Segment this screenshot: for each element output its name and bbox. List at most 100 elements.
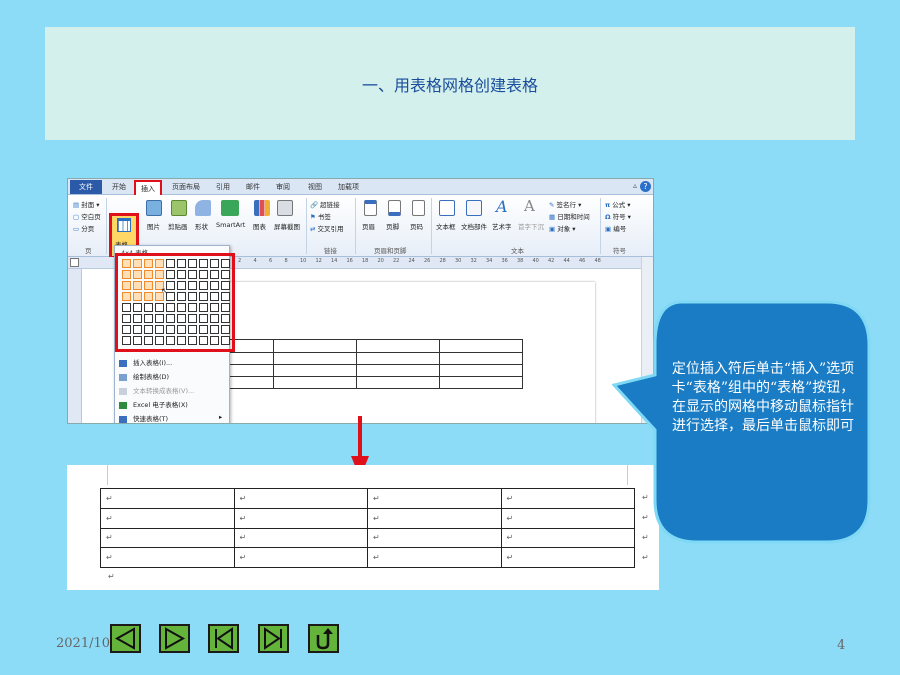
- grid-cell[interactable]: [166, 303, 175, 312]
- wordart-button[interactable]: 艺术字: [492, 221, 512, 231]
- play-button[interactable]: [159, 624, 190, 653]
- dropcap-button[interactable]: 首字下沉: [518, 221, 544, 231]
- smartart-button[interactable]: SmartArt: [216, 221, 245, 229]
- picture-button[interactable]: 图片: [147, 221, 160, 231]
- table-cell[interactable]: ↵: [100, 547, 235, 568]
- grid-cell[interactable]: [122, 292, 131, 301]
- grid-cell[interactable]: [155, 325, 164, 334]
- grid-cell[interactable]: [188, 325, 197, 334]
- grid-cell[interactable]: [133, 259, 142, 268]
- grid-cell[interactable]: [221, 281, 230, 290]
- first-slide-button[interactable]: [208, 624, 239, 653]
- shapes-button[interactable]: 形状: [195, 221, 208, 231]
- table-cell[interactable]: ↵: [233, 527, 368, 549]
- grid-cell[interactable]: [210, 303, 219, 312]
- grid-cell[interactable]: [133, 292, 142, 301]
- tab-mailings[interactable]: 邮件: [246, 182, 260, 192]
- grid-cell[interactable]: [221, 325, 230, 334]
- grid-cell[interactable]: [177, 281, 186, 290]
- table-cell[interactable]: ↵: [233, 547, 368, 568]
- object-button[interactable]: ▣ 对象 ▾: [549, 223, 576, 233]
- grid-cell[interactable]: [166, 325, 175, 334]
- grid-cell[interactable]: [221, 336, 230, 345]
- grid-cell[interactable]: [199, 259, 208, 268]
- tab-review[interactable]: 审阅: [276, 182, 290, 192]
- grid-cell[interactable]: [122, 314, 131, 323]
- grid-cell[interactable]: [199, 336, 208, 345]
- grid-cell[interactable]: [188, 281, 197, 290]
- grid-cell[interactable]: [177, 292, 186, 301]
- grid-cell[interactable]: [144, 325, 153, 334]
- insert-table-item[interactable]: 插入表格(I)...: [119, 357, 172, 367]
- grid-cell[interactable]: [155, 314, 164, 323]
- tab-page-layout[interactable]: 页面布局: [172, 182, 200, 192]
- grid-cell[interactable]: [166, 314, 175, 323]
- grid-cell[interactable]: [210, 325, 219, 334]
- grid-cell[interactable]: [122, 281, 131, 290]
- table-cell[interactable]: ↵: [500, 547, 635, 568]
- table-cell[interactable]: ↵: [100, 527, 235, 549]
- grid-cell[interactable]: [122, 336, 131, 345]
- grid-cell[interactable]: [199, 292, 208, 301]
- grid-cell[interactable]: [133, 303, 142, 312]
- excel-spreadsheet-item[interactable]: Excel 电子表格(X): [119, 399, 188, 409]
- table-cell[interactable]: ↵: [100, 507, 235, 529]
- tab-view[interactable]: 视图: [308, 182, 322, 192]
- table-cell[interactable]: ↵: [100, 488, 235, 509]
- tab-home[interactable]: 开始: [112, 182, 126, 192]
- back-button[interactable]: [110, 624, 141, 653]
- grid-cell[interactable]: [122, 259, 131, 268]
- draw-table-item[interactable]: 绘制表格(D): [119, 371, 169, 381]
- page-number-button[interactable]: 页码: [410, 221, 423, 231]
- tab-insert[interactable]: 插入: [134, 180, 162, 195]
- grid-cell[interactable]: [210, 314, 219, 323]
- grid-cell[interactable]: [199, 303, 208, 312]
- grid-cell[interactable]: [221, 303, 230, 312]
- grid-cell[interactable]: [133, 325, 142, 334]
- grid-cell[interactable]: [133, 336, 142, 345]
- grid-cell[interactable]: [133, 270, 142, 279]
- page-break-button[interactable]: ▭ 分页: [73, 223, 94, 233]
- grid-cell[interactable]: [144, 303, 153, 312]
- grid-cell[interactable]: [144, 259, 153, 268]
- grid-cell[interactable]: [199, 270, 208, 279]
- return-button[interactable]: [308, 624, 339, 653]
- grid-cell[interactable]: [177, 325, 186, 334]
- grid-cell[interactable]: [144, 292, 153, 301]
- grid-cell[interactable]: [133, 281, 142, 290]
- table-cell[interactable]: ↵: [233, 488, 368, 509]
- signature-line-button[interactable]: ✎ 签名行 ▾: [549, 199, 581, 209]
- chart-button[interactable]: 图表: [253, 221, 266, 231]
- table-grid-selector[interactable]: [122, 259, 230, 345]
- hyperlink-button[interactable]: 🔗 超链接: [310, 199, 340, 209]
- grid-cell[interactable]: [177, 270, 186, 279]
- symbol-button[interactable]: Ω 符号 ▾: [605, 211, 631, 221]
- grid-cell[interactable]: [210, 292, 219, 301]
- tab-addins[interactable]: 加载项: [338, 182, 359, 192]
- grid-cell[interactable]: [166, 259, 175, 268]
- grid-cell[interactable]: [210, 259, 219, 268]
- equation-button[interactable]: π 公式 ▾: [605, 199, 631, 209]
- quick-parts-button[interactable]: 文档部件: [461, 221, 487, 231]
- grid-cell[interactable]: [199, 281, 208, 290]
- date-time-button[interactable]: ▦ 日期和时间: [549, 211, 590, 221]
- grid-cell[interactable]: [188, 270, 197, 279]
- grid-cell[interactable]: [188, 314, 197, 323]
- grid-cell[interactable]: [166, 270, 175, 279]
- grid-cell[interactable]: [221, 259, 230, 268]
- convert-text-to-table-item[interactable]: 文本转换成表格(V)...: [119, 385, 194, 395]
- grid-cell[interactable]: [122, 303, 131, 312]
- header-button[interactable]: 页眉: [362, 221, 375, 231]
- tab-selector-icon[interactable]: [70, 258, 79, 267]
- grid-cell[interactable]: [177, 303, 186, 312]
- quick-tables-item[interactable]: 快速表格(T) ▸: [119, 413, 222, 423]
- grid-cell[interactable]: [188, 292, 197, 301]
- screenshot-button[interactable]: 屏幕截图: [274, 221, 300, 231]
- bookmark-button[interactable]: ⚑ 书签: [310, 211, 331, 221]
- textbox-button[interactable]: 文本框: [436, 221, 456, 231]
- grid-cell[interactable]: [221, 292, 230, 301]
- grid-cell[interactable]: [166, 336, 175, 345]
- grid-cell[interactable]: [221, 314, 230, 323]
- blank-page-button[interactable]: ▢ 空白页: [73, 211, 101, 221]
- grid-cell[interactable]: [155, 259, 164, 268]
